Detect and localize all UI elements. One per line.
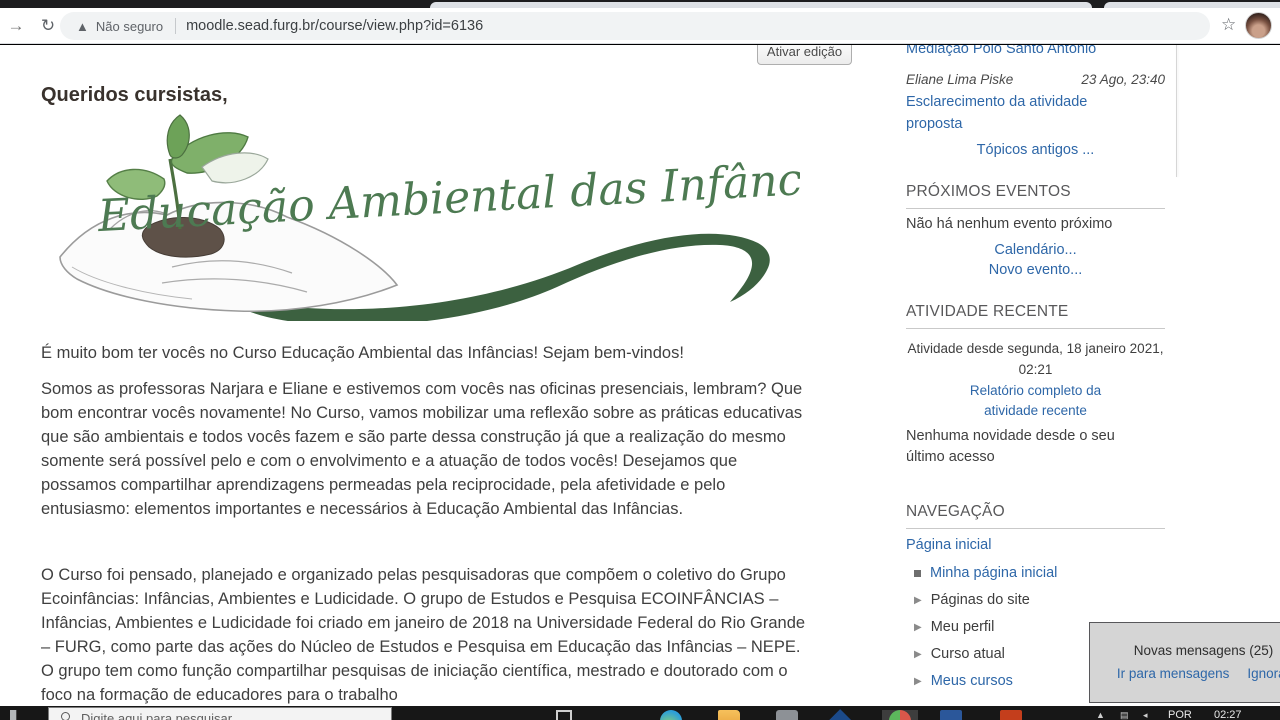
address-bar[interactable]: ▲ Não seguro moodle.sead.furg.br/course/… (60, 12, 1210, 40)
go-to-messages-link[interactable]: Ir para mensagens (1117, 666, 1230, 681)
nav-item-my-courses[interactable]: ▶ Meus cursos (914, 673, 1013, 689)
course-banner-image: Educação Ambiental das Infâncias (52, 107, 800, 321)
forum-date: 23 Ago, 23:40 (1081, 72, 1165, 87)
nav-link[interactable]: Minha página inicial (930, 565, 1057, 581)
forum-post-link[interactable]: Esclarecimento da atividade proposta (906, 91, 1096, 135)
nav-link[interactable]: Meu perfil (931, 619, 995, 635)
activity-since-text: Atividade desde segunda, 18 janeiro 2021… (906, 338, 1165, 380)
task-view-icon[interactable] (556, 710, 572, 720)
triangle-expand-icon[interactable]: ▶ (914, 676, 922, 687)
no-events-text: Não há nenhum evento próximo (906, 214, 1112, 235)
tray-expand-icon[interactable]: ▲ (1096, 710, 1105, 720)
bookmark-star-icon[interactable]: ☆ (1221, 15, 1236, 35)
notification-title: Novas mensagens (25) (1090, 643, 1280, 658)
browser-tab-strip (0, 0, 1280, 8)
navigation-heading: NAVEGAÇÃO (906, 503, 1165, 529)
nav-link[interactable]: Páginas do site (931, 592, 1030, 608)
upcoming-events-heading: PRÓXIMOS EVENTOS (906, 183, 1165, 209)
nav-link[interactable]: Meus cursos (931, 673, 1013, 689)
calendar-link[interactable]: Calendário... (906, 242, 1165, 258)
start-button-icon[interactable] (10, 710, 24, 720)
word-icon[interactable] (940, 710, 962, 720)
paragraph-welcome: É muito bom ter vocês no Curso Educação … (41, 341, 809, 365)
forum-author: Eliane Lima Piske (906, 72, 1013, 87)
language-indicator[interactable]: POR (1168, 709, 1192, 720)
omnibox-separator (175, 18, 176, 34)
new-messages-notification: Novas mensagens (25) Ir para mensagens I… (1089, 622, 1280, 703)
refresh-icon[interactable]: ↻ (36, 14, 60, 38)
clock[interactable]: 02:27 (1214, 709, 1242, 720)
page-heading: Queridos cursistas, (41, 84, 228, 107)
forward-icon[interactable]: → (4, 14, 28, 38)
forum-topic-link[interactable]: Mediação Polo Santo Antônio (906, 45, 1096, 57)
search-icon (61, 712, 70, 720)
square-bullet-icon (914, 570, 921, 577)
search-placeholder-text: Digite aqui para pesquisar (81, 711, 232, 720)
powerpoint-icon[interactable] (1000, 710, 1022, 720)
volume-icon[interactable]: ◂ (1143, 710, 1148, 720)
sidebar: Mediação Polo Santo Antônio Eliane Lima … (906, 45, 1165, 706)
triangle-expand-icon[interactable]: ▶ (914, 649, 922, 660)
url-text[interactable]: moodle.sead.furg.br/course/view.php?id=6… (186, 18, 483, 34)
network-icon[interactable]: ▤ (1120, 710, 1129, 720)
ignore-link[interactable]: Ignorar (1247, 666, 1280, 681)
column-divider (1176, 45, 1177, 177)
no-news-text: Nenhuma novidade desde o seu último aces… (906, 426, 1136, 468)
full-report-link[interactable]: Relatório completo da atividade recente (906, 381, 1165, 421)
banner-illustration: Educação Ambiental das Infâncias (52, 107, 800, 321)
mail-app-icon[interactable] (827, 709, 852, 720)
edge-icon[interactable] (660, 710, 682, 720)
new-event-link[interactable]: Novo evento... (906, 262, 1165, 278)
recent-activity-heading: ATIVIDADE RECENTE (906, 303, 1165, 329)
triangle-expand-icon[interactable]: ▶ (914, 595, 922, 606)
file-explorer-icon[interactable] (718, 710, 740, 720)
browser-toolbar: → ↻ ▲ Não seguro moodle.sead.furg.br/cou… (0, 8, 1280, 44)
moodle-course-page: Ativar edição Queridos cursistas, (0, 45, 1280, 706)
nav-item-my-profile[interactable]: ▶ Meu perfil (914, 619, 994, 635)
paragraph-intro: Somos as professoras Narjara e Eliane e … (41, 377, 809, 521)
nav-item-site-pages[interactable]: ▶ Páginas do site (914, 592, 1030, 608)
photos-icon[interactable] (776, 710, 798, 720)
not-secure-warning-icon[interactable]: ▲ (76, 19, 89, 34)
taskbar-search-box[interactable]: Digite aqui para pesquisar (48, 707, 392, 720)
turn-editing-on-button[interactable]: Ativar edição (757, 45, 852, 65)
nav-item-current-course[interactable]: ▶ Curso atual (914, 646, 1005, 662)
paragraph-group: O Curso foi pensado, planejado e organiz… (41, 563, 809, 706)
security-label[interactable]: Não seguro (96, 19, 163, 34)
forum-post-meta: Eliane Lima Piske 23 Ago, 23:40 (906, 72, 1165, 87)
older-topics-link[interactable]: Tópicos antigos ... (906, 142, 1165, 158)
profile-avatar[interactable] (1245, 12, 1272, 39)
windows-taskbar: Digite aqui para pesquisar ▲ ▤ ◂ POR 02:… (0, 706, 1280, 720)
nav-link[interactable]: Curso atual (931, 646, 1005, 662)
nav-item-my-home[interactable]: Minha página inicial (914, 565, 1057, 581)
triangle-expand-icon[interactable]: ▶ (914, 622, 922, 633)
home-link[interactable]: Página inicial (906, 537, 991, 553)
